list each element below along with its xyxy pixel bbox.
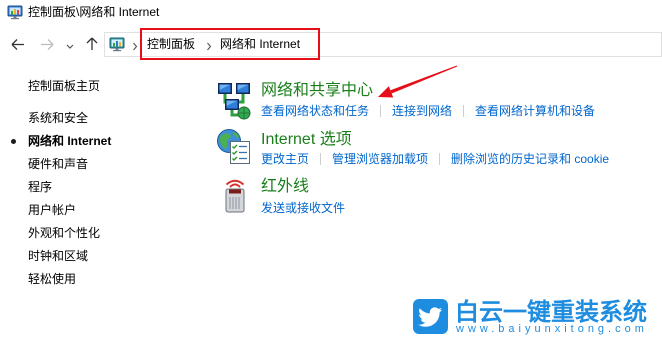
forward-arrow-icon[interactable] (38, 37, 56, 52)
sidebar-item-ease-of-access[interactable]: 轻松使用 (28, 272, 76, 286)
category-title-internet-options[interactable]: Internet 选项 (261, 131, 352, 149)
link-view-network-status[interactable]: 查看网络状态和任务 (261, 104, 369, 118)
sidebar-home-link[interactable]: 控制面板主页 (28, 79, 100, 93)
link-manage-add-ons[interactable]: 管理浏览器加载项 (332, 152, 428, 166)
category-links: 查看网络状态和任务 连接到网络 查看网络计算机和设备 (261, 104, 595, 118)
navigation-bar: 控制面板 网络和 Internet (0, 28, 662, 60)
link-separator (439, 153, 441, 165)
window-title: 控制面板\网络和 Internet (28, 5, 160, 19)
sidebar-item-hardware-sound[interactable]: 硬件和声音 (28, 157, 88, 171)
sidebar-item-system-security[interactable]: 系统和安全 (28, 111, 88, 125)
chevron-down-icon[interactable] (65, 40, 75, 49)
link-separator (380, 105, 382, 117)
link-send-receive-files[interactable]: 发送或接收文件 (261, 201, 345, 215)
sidebar: 控制面板主页 系统和安全 网络和 Internet 硬件和声音 程序 用户帐户 … (0, 70, 200, 295)
link-delete-browsing-history[interactable]: 删除浏览的历史记录和 cookie (451, 152, 609, 166)
network-sharing-icon[interactable] (216, 82, 252, 120)
chevron-right-icon[interactable] (132, 40, 138, 51)
sidebar-item-user-accounts[interactable]: 用户帐户 (28, 203, 76, 217)
category-links: 更改主页 管理浏览器加载项 删除浏览的历史记录和 cookie (261, 152, 609, 166)
category-title-network-sharing[interactable]: 网络和共享中心 (261, 82, 373, 100)
red-arrow-icon (370, 60, 465, 105)
internet-options-icon[interactable] (216, 128, 252, 165)
watermark: 白云一键重装系统 www.baiyunxitong.com (413, 298, 658, 338)
link-view-network-computers[interactable]: 查看网络计算机和设备 (475, 104, 595, 118)
sidebar-item-appearance[interactable]: 外观和个性化 (28, 226, 100, 240)
category-internet-options: Internet 选项 更改主页 管理浏览器加载项 删除浏览的历史记录和 coo… (216, 128, 656, 168)
sidebar-item-clock-region[interactable]: 时钟和区域 (28, 249, 88, 263)
up-arrow-icon[interactable] (85, 36, 99, 52)
watermark-url: www.baiyunxitong.com (456, 323, 648, 335)
control-panel-icon (7, 4, 23, 20)
link-connect-to-network[interactable]: 连接到网络 (392, 104, 452, 118)
sidebar-item-programs[interactable]: 程序 (28, 180, 52, 194)
highlight-box (140, 28, 320, 60)
bird-icon (413, 299, 448, 334)
title-bar: 控制面板\网络和 Internet (0, 0, 662, 24)
active-item-bullet (11, 139, 16, 144)
category-title-infrared[interactable]: 红外线 (261, 178, 309, 196)
category-links: 发送或接收文件 (261, 201, 345, 215)
category-infrared: 红外线 发送或接收文件 (216, 178, 656, 218)
control-panel-icon (109, 36, 125, 52)
back-arrow-icon[interactable] (9, 37, 27, 52)
link-separator (463, 105, 465, 117)
infrared-icon[interactable] (220, 179, 250, 214)
link-change-homepage[interactable]: 更改主页 (261, 152, 309, 166)
sidebar-item-network-internet[interactable]: 网络和 Internet (28, 134, 111, 148)
link-separator (320, 153, 322, 165)
